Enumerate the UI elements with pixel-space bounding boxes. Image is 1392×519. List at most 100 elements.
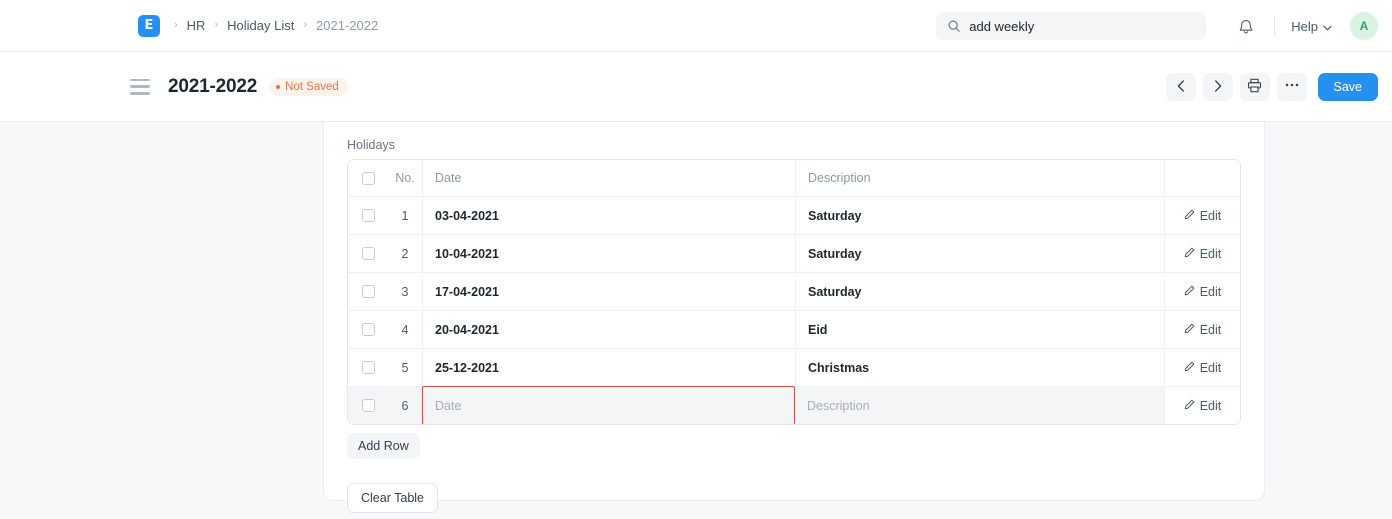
edit-row-button[interactable]: Edit (1184, 398, 1222, 413)
table-row[interactable]: 1 03-04-2021 Saturday Edit (348, 197, 1240, 235)
table-row[interactable]: 6 Date Description Edit (348, 386, 1240, 424)
table-body: 1 03-04-2021 Saturday Edit 2 10-04-2021 … (348, 197, 1240, 424)
help-menu[interactable]: Help (1285, 15, 1338, 38)
status-badge: Not Saved (269, 77, 348, 96)
breadcrumb-item-hr[interactable]: HR (187, 18, 206, 33)
navbar-divider (1274, 16, 1276, 36)
edit-row-button[interactable]: Edit (1184, 208, 1222, 223)
cell-actions: Edit (1165, 311, 1240, 348)
save-button[interactable]: Save (1317, 73, 1378, 101)
breadcrumb-item-holiday-list[interactable]: Holiday List (227, 18, 294, 33)
row-select-cell (348, 311, 388, 348)
row-index: 4 (388, 311, 423, 348)
status-dot-icon (276, 84, 281, 89)
page-header-actions: Save (1165, 52, 1378, 122)
top-navbar: E › HR › Holiday List › 2021-2022 add we… (0, 0, 1392, 52)
edit-label: Edit (1199, 246, 1222, 261)
column-header-description: Description (796, 160, 1165, 196)
row-checkbox[interactable] (361, 285, 375, 298)
row-select-cell (348, 349, 388, 386)
row-checkbox[interactable] (361, 323, 375, 336)
breadcrumb-separator: › (174, 19, 178, 31)
cell-actions: Edit (1165, 235, 1240, 272)
table-row[interactable]: 4 20-04-2021 Eid Edit (348, 311, 1240, 349)
table-row[interactable]: 2 10-04-2021 Saturday Edit (348, 235, 1240, 273)
cell-actions: Edit (1165, 273, 1240, 310)
help-label: Help (1291, 18, 1318, 34)
cell-date[interactable]: 20-04-2021 (423, 311, 796, 348)
cell-description[interactable]: Saturday (796, 235, 1165, 272)
breadcrumb-separator: › (214, 19, 219, 31)
search-icon (947, 19, 961, 33)
edit-row-button[interactable]: Edit (1184, 323, 1221, 337)
prev-document-button[interactable] (1165, 73, 1196, 101)
printer-icon (1247, 78, 1262, 96)
hamburger-icon[interactable] (130, 78, 150, 95)
cell-description[interactable]: Eid (796, 311, 1165, 348)
more-menu-button[interactable] (1276, 73, 1307, 101)
cell-actions: Edit (1165, 197, 1240, 234)
print-button[interactable] (1239, 73, 1270, 101)
edit-label: Edit (1199, 398, 1222, 413)
cell-date[interactable]: 03-04-2021 (423, 197, 796, 234)
row-checkbox[interactable] (361, 361, 375, 374)
avatar[interactable]: A (1350, 12, 1378, 40)
cell-description[interactable]: Saturday (796, 197, 1165, 234)
select-all-checkbox[interactable] (361, 171, 375, 185)
row-checkbox[interactable] (361, 209, 375, 222)
page-header: 2021-2022 Not Saved Save (0, 52, 1392, 122)
next-document-button[interactable] (1202, 73, 1233, 101)
clear-table-button[interactable]: Clear Table (347, 483, 439, 513)
row-index: 1 (388, 197, 423, 234)
row-index: 3 (388, 273, 423, 310)
row-checkbox[interactable] (361, 399, 375, 412)
column-header-no: No. (388, 160, 423, 196)
navbar-right-tools: Help A (936, 0, 1378, 52)
cell-description[interactable]: Saturday (796, 273, 1165, 310)
table-row[interactable]: 3 17-04-2021 Saturday Edit (348, 273, 1240, 311)
row-index: 2 (388, 235, 423, 272)
table-row[interactable]: 5 25-12-2021 Christmas Edit (348, 349, 1240, 387)
holidays-table: No. Date Description 1 03-04-2021 Saturd… (347, 159, 1241, 425)
chevron-down-icon (1323, 19, 1332, 34)
cell-date[interactable]: 10-04-2021 (423, 235, 796, 272)
row-index: 6 (388, 387, 423, 424)
cell-date[interactable]: 17-04-2021 (423, 273, 796, 310)
row-index: 5 (388, 349, 423, 386)
search-box[interactable] (936, 12, 1207, 40)
page-body: Holidays No. Date Description 1 03-04-20… (0, 122, 1392, 519)
cell-description-input[interactable]: Description (795, 387, 1165, 424)
cell-date[interactable]: 25-12-2021 (423, 349, 796, 386)
pencil-icon (1184, 399, 1195, 413)
row-checkbox[interactable] (361, 247, 375, 260)
edit-row-button[interactable]: Edit (1184, 284, 1222, 299)
holidays-section-label: Holidays (347, 138, 395, 152)
breadcrumb-item-current[interactable]: 2021-2022 (316, 18, 378, 33)
form-card: Holidays No. Date Description 1 03-04-20… (323, 122, 1265, 513)
cell-date-input[interactable]: Date (422, 386, 795, 424)
pencil-icon (1184, 361, 1195, 375)
edit-row-button[interactable]: Edit (1184, 246, 1222, 261)
chevron-left-icon (1177, 79, 1185, 95)
app-logo[interactable]: E (138, 14, 160, 37)
notifications-bell-icon[interactable] (1228, 14, 1264, 39)
cell-actions: Edit (1165, 349, 1240, 386)
pencil-icon (1184, 323, 1195, 337)
search-input[interactable] (969, 18, 1196, 34)
edit-label: Edit (1199, 208, 1222, 223)
cell-actions: Edit (1165, 387, 1240, 424)
column-header-actions (1165, 160, 1240, 196)
table-header-row: No. Date Description (348, 160, 1240, 197)
ellipsis-icon (1285, 82, 1299, 87)
column-header-date: Date (423, 160, 796, 196)
pencil-icon (1184, 209, 1195, 223)
cell-description[interactable]: Christmas (796, 349, 1165, 386)
select-all-cell (348, 160, 388, 196)
add-row-button[interactable]: Add Row (347, 433, 420, 459)
description-placeholder: Description (807, 398, 870, 413)
edit-row-button[interactable]: Edit (1184, 361, 1221, 375)
edit-label: Edit (1199, 284, 1222, 299)
chevron-right-icon (1214, 79, 1222, 95)
status-badge-label: Not Saved (285, 80, 339, 93)
row-select-cell (348, 273, 388, 310)
